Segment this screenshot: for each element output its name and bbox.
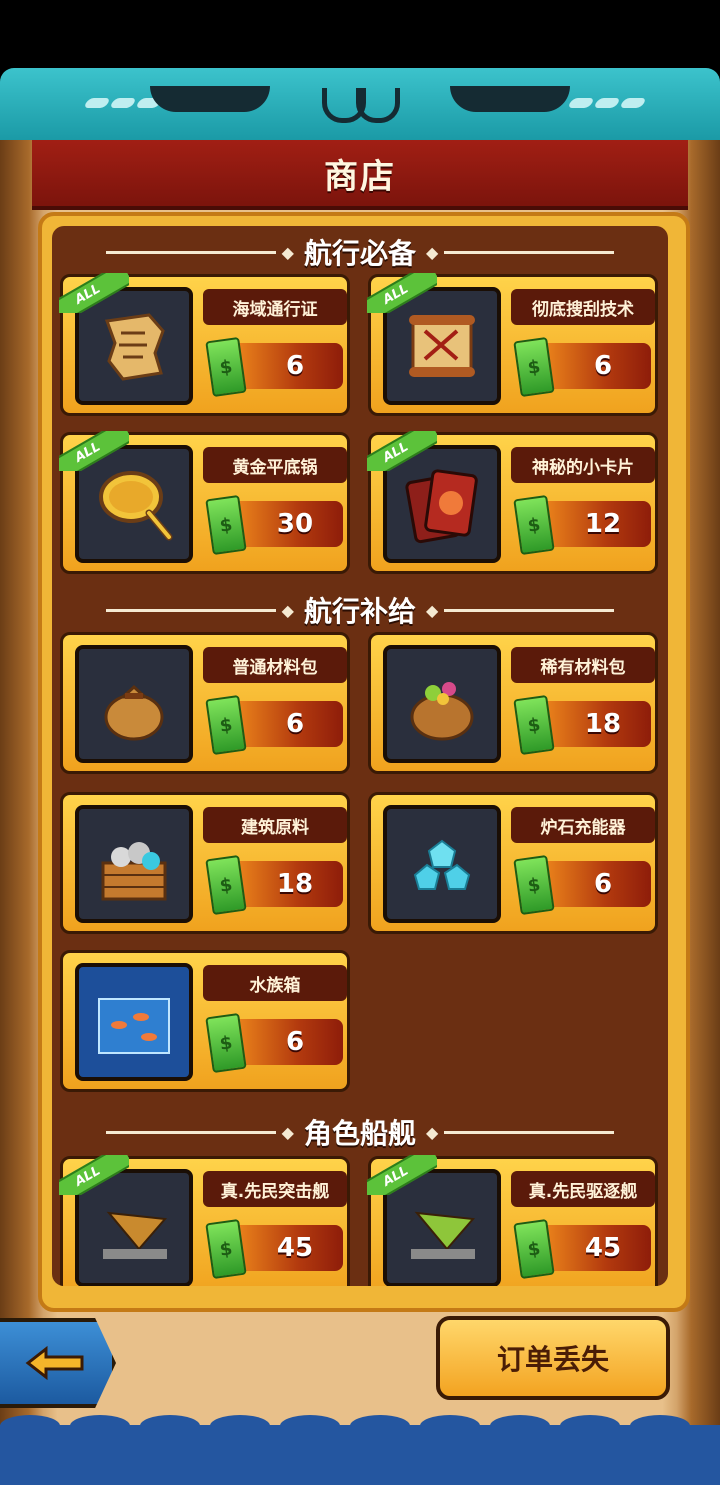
sea-decoration [0, 1415, 720, 1485]
item-name: 真.先民驱逐舰 [511, 1171, 655, 1207]
wave-decoration [350, 1415, 410, 1437]
item-name: 彻底搜刮技术 [511, 289, 655, 325]
item-name: 炉石充能器 [511, 807, 655, 843]
section-title: 角色船舰 [303, 1117, 416, 1150]
all-badge: ALL [59, 273, 129, 313]
divider [444, 1130, 615, 1134]
item-name: 海域通行证 [203, 289, 347, 325]
diamond-icon: ◆ [426, 600, 439, 620]
divider [105, 608, 276, 612]
shop-item-card[interactable]: ALL 神秘的小卡片 12 $ [367, 431, 658, 574]
wave-decoration [280, 1415, 340, 1437]
diamond-icon: ◆ [281, 242, 294, 262]
all-badge: ALL [59, 431, 129, 471]
diamond-icon: ◆ [281, 1122, 294, 1142]
shop-item-card[interactable]: ALL 彻底搜刮技术 6 $ [367, 273, 658, 416]
section-header-supplies: ◆ 航行补给 ◆ [52, 590, 668, 630]
item-price: 18 [231, 861, 343, 907]
header-decoration [0, 68, 720, 140]
sack-icon [75, 645, 193, 763]
stripe-decoration [593, 98, 621, 108]
aquarium-icon [75, 963, 193, 1081]
divider [105, 250, 276, 254]
shop-item-card[interactable]: 炉石充能器 6 $ [368, 792, 658, 934]
item-price: 12 [539, 501, 651, 547]
divider [444, 250, 615, 254]
wave-decoration [420, 1415, 480, 1437]
wave-decoration [210, 1415, 270, 1437]
wave-decoration [0, 1415, 60, 1437]
shop-item-card[interactable]: ALL 真.先民驱逐舰 45 $ [367, 1155, 658, 1286]
item-price: 6 [231, 343, 343, 389]
item-name: 普通材料包 [203, 647, 347, 683]
shop-item-card[interactable]: ALL 真.先民突击舰 45 $ [59, 1155, 350, 1286]
stripe-decoration [619, 98, 647, 108]
wave-decoration [70, 1415, 130, 1437]
shop-item-card[interactable]: 建筑原料 18 $ [60, 792, 350, 934]
item-price: 45 [539, 1225, 651, 1271]
right-eye-decoration [450, 86, 570, 112]
section-title: 航行必备 [303, 237, 416, 270]
item-price: 6 [231, 1019, 343, 1065]
item-name: 黄金平底锅 [203, 447, 347, 483]
item-price: 45 [231, 1225, 343, 1271]
page-title: 商店 [324, 156, 396, 197]
all-badge: ALL [367, 1155, 437, 1195]
diamond-icon: ◆ [426, 242, 439, 262]
all-badge: ALL [367, 273, 437, 313]
wave-decoration [630, 1415, 690, 1437]
wave-decoration [490, 1415, 550, 1437]
item-price: 6 [539, 861, 651, 907]
rare-sack-icon [383, 645, 501, 763]
order-lost-button[interactable]: 订单丢失 [436, 1316, 670, 1400]
shop-item-card[interactable]: ALL 黄金平底锅 30 $ [59, 431, 350, 574]
item-name: 水族箱 [203, 965, 347, 1001]
wave-decoration [560, 1415, 620, 1437]
status-bar-area [0, 0, 720, 68]
item-name: 建筑原料 [203, 807, 347, 843]
all-badge: ALL [367, 431, 437, 471]
item-price: 6 [539, 343, 651, 389]
item-price: 6 [231, 701, 343, 747]
divider [105, 1130, 276, 1134]
stripe-decoration [567, 98, 595, 108]
shop-banner: 商店 [32, 140, 688, 210]
divider [444, 608, 615, 612]
stripe-decoration [109, 98, 137, 108]
crate-icon [75, 805, 193, 923]
all-badge: ALL [59, 1155, 129, 1195]
left-eye-decoration [150, 86, 270, 112]
mouth-decoration [356, 88, 400, 123]
shop-item-card[interactable]: ALL 海域通行证 6 $ [59, 273, 350, 416]
shop-list[interactable]: ◆ 航行必备 ◆ ALL 海域通行证 6 $ ALL 彻底搜刮技术 6 $ AL… [52, 226, 668, 1286]
shop-item-card[interactable]: 稀有材料包 18 $ [368, 632, 658, 774]
back-button[interactable] [0, 1318, 116, 1408]
wave-decoration [140, 1415, 200, 1437]
diamond-icon: ◆ [426, 1122, 439, 1142]
diamond-icon: ◆ [281, 600, 294, 620]
shop-item-card[interactable]: 普通材料包 6 $ [60, 632, 350, 774]
section-header-ships: ◆ 角色船舰 ◆ [52, 1112, 668, 1152]
stripe-decoration [83, 98, 111, 108]
section-title: 航行补给 [303, 595, 416, 628]
arrow-left-icon [25, 1345, 84, 1381]
item-price: 30 [231, 501, 343, 547]
item-name: 真.先民突击舰 [203, 1171, 347, 1207]
item-price: 18 [539, 701, 651, 747]
item-name: 神秘的小卡片 [511, 447, 655, 483]
section-header-essentials: ◆ 航行必备 ◆ [52, 232, 668, 272]
shop-item-card[interactable]: 水族箱 6 $ [60, 950, 350, 1092]
item-name: 稀有材料包 [511, 647, 655, 683]
crystal-icon [383, 805, 501, 923]
